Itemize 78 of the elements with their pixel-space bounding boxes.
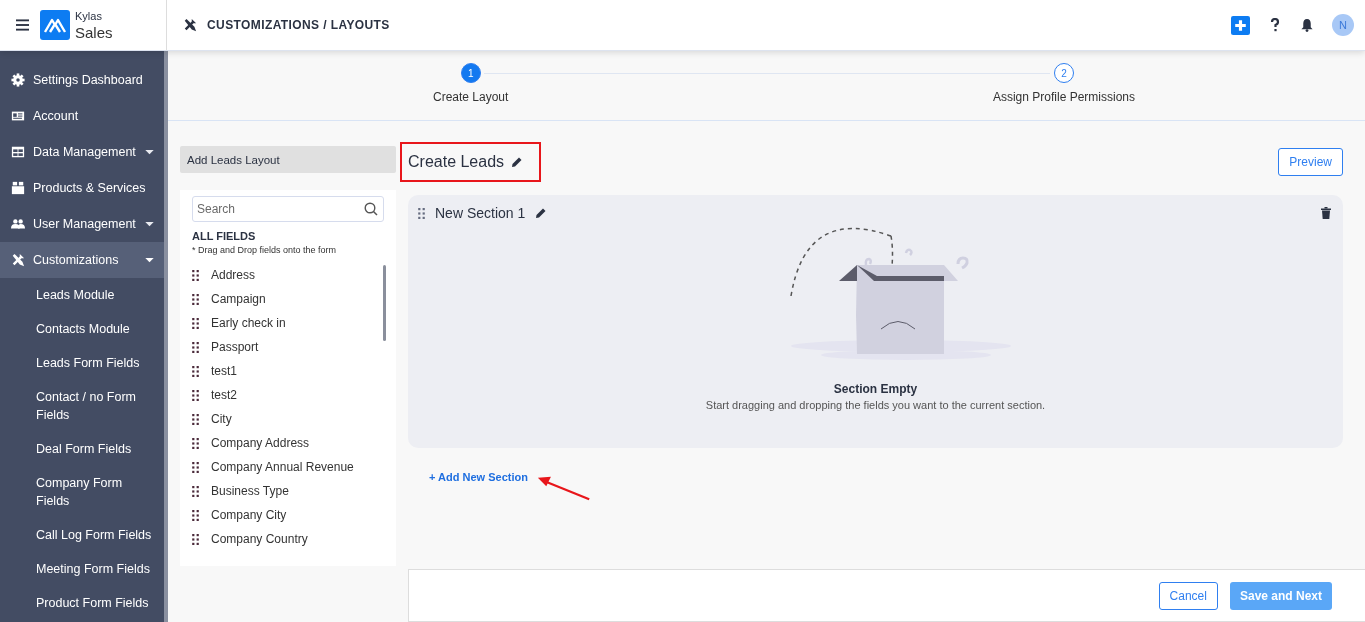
step-label: Assign Profile Permissions [992,90,1135,104]
drag-handle-icon[interactable] [192,437,199,449]
gear-icon [11,73,25,87]
help-icon[interactable] [1268,18,1282,32]
trash-icon[interactable] [1321,207,1331,219]
sidebar-subitem[interactable]: Leads Module [0,278,164,312]
sidebar-subitem[interactable]: Call Log Form Fields [0,518,164,552]
caret-icon [145,221,154,227]
users-icon [11,217,25,231]
drag-handle-icon[interactable] [192,413,199,425]
field-item[interactable]: test2 [211,388,237,402]
step-number[interactable]: 1 [460,63,481,83]
step-label: Create Layout [433,90,509,104]
cancel-button[interactable]: Cancel [1158,582,1218,610]
table-icon [11,145,25,159]
preview-button[interactable]: Preview [1278,148,1343,176]
sidebar-item[interactable]: Data Management [0,134,164,170]
drag-handle-icon[interactable] [192,317,199,329]
fields-title: ALL FIELDS [192,230,257,242]
box-icon [11,181,25,195]
caret-icon [145,149,154,155]
drag-handle-icon[interactable] [192,341,199,353]
sidebar-subitem[interactable]: Deal Form Fields [0,432,164,466]
product-name: Sales [75,24,113,40]
field-item[interactable]: Company Country [211,532,308,546]
field-item[interactable]: Company City [211,508,287,522]
pencil-icon[interactable] [535,207,548,219]
drag-handle-icon[interactable] [192,269,199,281]
field-item[interactable]: Company Annual Revenue [211,460,354,474]
tools-icon [11,253,25,267]
sidebar-subitem[interactable]: Contacts Module [0,312,164,346]
drag-handle-icon[interactable] [192,293,199,305]
field-item[interactable]: Campaign [211,292,266,306]
id-card-icon [11,109,25,123]
logo-icon [40,10,70,40]
sidebar-item[interactable]: User Management [0,206,164,242]
sidebar-item[interactable]: Settings Dashboard [0,62,164,98]
breadcrumb: CUSTOMIZATIONS / LAYOUTS [207,18,390,32]
drag-handle-icon[interactable] [192,509,199,521]
sidebar-item[interactable]: Products & Services [0,170,164,206]
sidebar-subitem[interactable]: Company Form Fields [0,466,164,518]
field-item[interactable]: test1 [211,364,237,378]
drag-handle-icon[interactable] [192,485,199,497]
sidebar-subitem[interactable]: Leads Form Fields [0,346,164,380]
search-icon[interactable] [364,202,378,216]
sidebar-item[interactable]: Account [0,98,164,134]
drag-handle-icon[interactable] [192,365,199,377]
tools-icon [183,18,197,32]
field-item[interactable]: Early check in [211,316,286,330]
scrollbar[interactable] [383,265,386,341]
search-field[interactable]: Search [192,196,384,222]
brand-name: Kylas [75,10,103,22]
drag-handle-icon[interactable] [192,389,199,401]
section-title: New Section 1 [435,205,526,221]
layout-title: Create Leads [408,153,505,171]
field-item[interactable]: Company Address [211,436,310,450]
step-number[interactable]: 2 [1053,63,1074,83]
empty-title: Section Empty [833,382,918,396]
field-item[interactable]: Address [211,268,256,282]
field-item[interactable]: Business Type [211,484,289,498]
field-item[interactable]: City [211,412,232,426]
add-section-link[interactable]: + Add New Section [429,471,528,483]
field-item[interactable]: Passport [211,340,259,354]
pencil-icon[interactable] [511,156,524,168]
sidebar-item[interactable]: Customizations [0,242,164,278]
drag-handle-icon[interactable] [192,461,199,473]
panel-header: Add Leads Layout [180,146,396,173]
sidebar-subitem[interactable]: Product Form Fields [0,586,164,620]
notification-icon[interactable] [1300,18,1314,32]
menu-icon[interactable] [16,19,29,31]
drag-handle-icon[interactable] [192,533,199,545]
sidebar-subitem[interactable]: Contact / no Form Fields [0,380,164,432]
caret-icon [145,257,154,263]
hint-text: * Drag and Drop fields onto the form [192,245,338,255]
sidebar-subitem[interactable]: Meeting Form Fields [0,552,164,586]
empty-description: Start dragging and dropping the fields you want to the current section. [705,399,1046,411]
drag-handle-icon[interactable] [418,207,425,219]
add-icon[interactable] [1231,15,1250,35]
